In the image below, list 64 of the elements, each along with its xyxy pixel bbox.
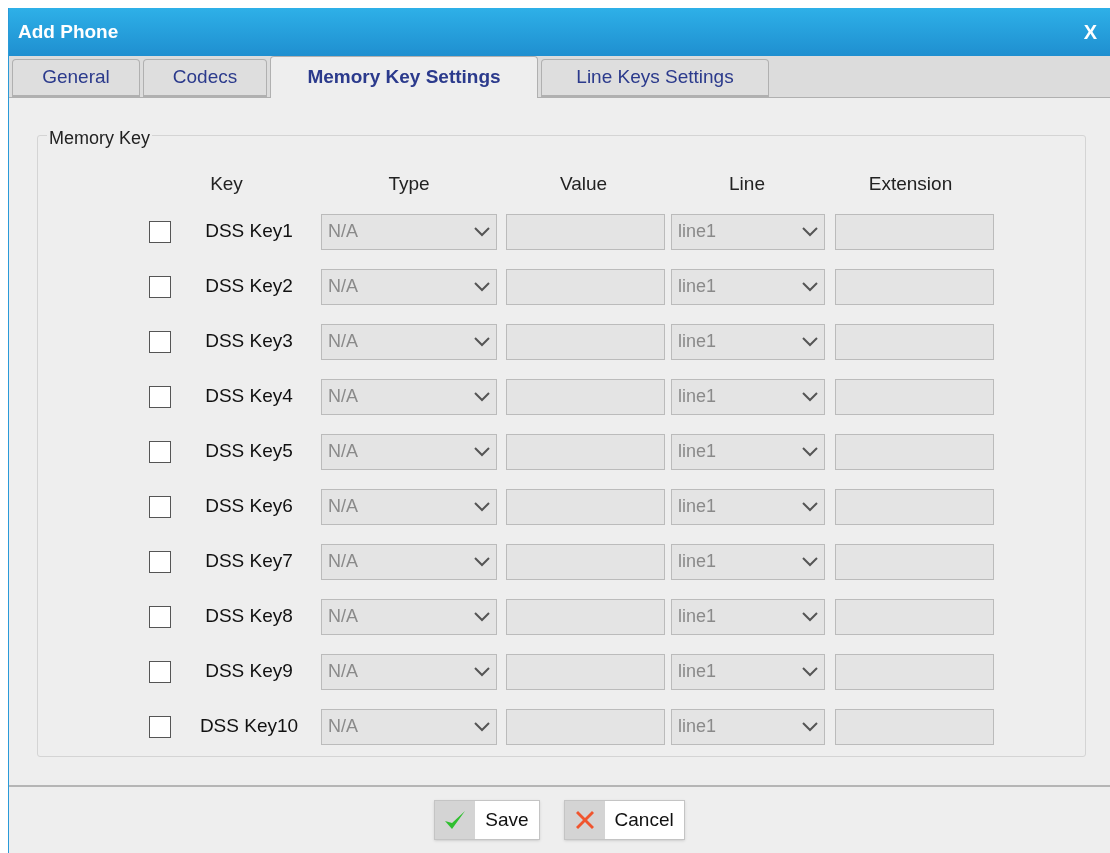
chevron-down-icon — [474, 556, 490, 567]
chevron-down-icon — [802, 611, 818, 622]
extension-field[interactable] — [835, 708, 994, 745]
chevron-down-icon — [802, 721, 818, 732]
chevron-down-icon — [802, 281, 818, 292]
value-field[interactable] — [506, 378, 665, 415]
key-label: DSS Key3 — [205, 329, 293, 354]
chevron-down-icon — [474, 721, 490, 732]
key-label: DSS Key1 — [205, 219, 293, 244]
key-label: DSS Key10 — [199, 714, 299, 739]
key-label: DSS Key6 — [205, 494, 293, 519]
cancel-button[interactable]: Cancel — [563, 800, 685, 840]
extension-field[interactable] — [835, 268, 994, 305]
chevron-down-icon — [474, 336, 490, 347]
window-title: Add Phone — [18, 19, 119, 44]
chevron-down-icon — [802, 391, 818, 402]
chevron-down-icon — [474, 391, 490, 402]
tab[interactable]: General — [12, 59, 140, 97]
column-header: Value — [559, 171, 608, 196]
column-header: Extension — [868, 171, 953, 196]
extension-field[interactable] — [835, 598, 994, 635]
tab[interactable]: Memory Key Settings — [270, 56, 538, 98]
tab[interactable]: Codecs — [143, 59, 267, 97]
value-field[interactable] — [506, 488, 665, 525]
extension-field[interactable] — [835, 213, 994, 250]
value-field[interactable] — [506, 323, 665, 360]
key-label: DSS Key7 — [205, 549, 293, 574]
extension-field[interactable] — [835, 488, 994, 525]
value-field[interactable] — [506, 213, 665, 250]
value-field[interactable] — [506, 268, 665, 305]
key-label: DSS Key5 — [205, 439, 293, 464]
chevron-down-icon — [474, 501, 490, 512]
column-header: Type — [388, 171, 430, 196]
chevron-down-icon — [474, 666, 490, 677]
checkmark-icon — [443, 809, 468, 831]
extension-field[interactable] — [835, 323, 994, 360]
chevron-down-icon — [802, 501, 818, 512]
chevron-down-icon — [474, 281, 490, 292]
key-label: DSS Key8 — [205, 604, 293, 629]
chevron-down-icon — [474, 446, 490, 457]
column-header: Line — [729, 171, 765, 196]
key-label: DSS Key2 — [205, 274, 293, 299]
value-field[interactable] — [506, 653, 665, 690]
value-field[interactable] — [506, 433, 665, 470]
key-label: DSS Key4 — [205, 384, 293, 409]
chevron-down-icon — [802, 336, 818, 347]
save-button[interactable]: Save — [434, 800, 540, 840]
tab[interactable]: Line Keys Settings — [541, 59, 769, 97]
extension-field[interactable] — [835, 543, 994, 580]
key-label: DSS Key9 — [205, 659, 293, 684]
extension-field[interactable] — [835, 433, 994, 470]
extension-field[interactable] — [835, 378, 994, 415]
value-field[interactable] — [506, 708, 665, 745]
chevron-down-icon — [802, 556, 818, 567]
value-field[interactable] — [506, 598, 665, 635]
chevron-down-icon — [802, 446, 818, 457]
value-field[interactable] — [506, 543, 665, 580]
close-button[interactable]: X — [1079, 17, 1101, 47]
extension-field[interactable] — [835, 653, 994, 690]
column-header: Key — [210, 171, 243, 196]
chevron-down-icon — [802, 226, 818, 237]
chevron-down-icon — [802, 666, 818, 677]
chevron-down-icon — [474, 226, 490, 237]
chevron-down-icon — [474, 611, 490, 622]
